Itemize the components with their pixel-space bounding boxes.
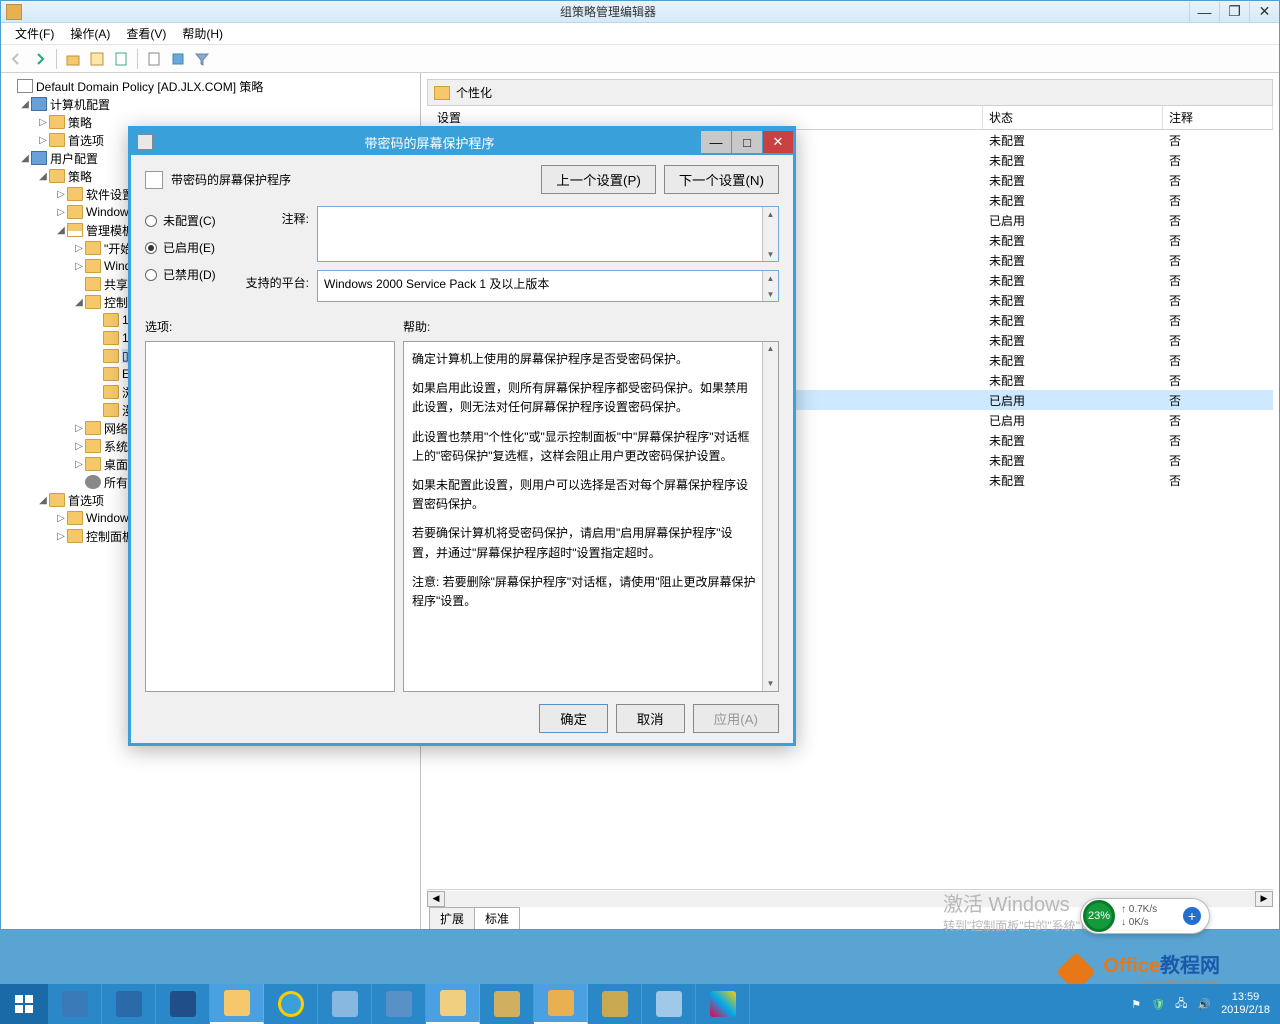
category-header: 个性化 bbox=[427, 79, 1273, 106]
office-logo: Office教程网 bbox=[1103, 949, 1220, 978]
window-buttons: — ❐ ✕ bbox=[1189, 2, 1279, 22]
menu-file[interactable]: 文件(F) bbox=[9, 23, 60, 44]
policy-dialog: 带密码的屏幕保护程序 — □ ✕ 带密码的屏幕保护程序 上一个设置(P) 下一个… bbox=[128, 126, 796, 746]
taskbar: ⚑ 🛡 🖧 🔊 13:59 2019/2/18 bbox=[0, 984, 1280, 1024]
separator bbox=[137, 49, 138, 69]
dialog-minimize-button[interactable]: — bbox=[701, 131, 731, 153]
dialog-icon bbox=[137, 134, 153, 150]
task-app1[interactable] bbox=[318, 984, 372, 1024]
minimize-button[interactable]: — bbox=[1189, 2, 1219, 22]
task-app4[interactable] bbox=[588, 984, 642, 1024]
help-text: 如果未配置此设置，则用户可以选择是否对每个屏幕保护程序设置密码保护。 bbox=[412, 476, 756, 514]
scroll-right-button[interactable]: ▶ bbox=[1255, 891, 1273, 907]
close-button[interactable]: ✕ bbox=[1249, 2, 1279, 22]
help-button[interactable] bbox=[167, 48, 189, 70]
dialog-maximize-button[interactable]: □ bbox=[732, 131, 762, 153]
col-comment[interactable]: 注释 bbox=[1163, 106, 1273, 129]
prev-setting-button[interactable]: 上一个设置(P) bbox=[541, 165, 655, 194]
menubar: 文件(F) 操作(A) 查看(V) 帮助(H) bbox=[1, 23, 1279, 45]
up-button[interactable] bbox=[62, 48, 84, 70]
dialog-body: 带密码的屏幕保护程序 上一个设置(P) 下一个设置(N) 未配置(C) 已启用(… bbox=[131, 155, 793, 743]
task-server-manager[interactable] bbox=[48, 984, 102, 1024]
tab-standard[interactable]: 标准 bbox=[474, 907, 520, 929]
tray-shield-icon[interactable]: 🛡 bbox=[1151, 998, 1165, 1011]
help-text: 注意: 若要删除"屏幕保护程序"对话框，请使用"阻止更改屏幕保护程序"设置。 bbox=[412, 573, 756, 611]
task-file-explorer[interactable] bbox=[210, 984, 264, 1024]
supported-field: Windows 2000 Service Pack 1 及以上版本 ▲▼ bbox=[317, 270, 779, 302]
help-label: 帮助: bbox=[403, 318, 779, 335]
net-stats: ↑ 0.7K/s ↓ 0K/s bbox=[1115, 903, 1183, 929]
help-text: 若要确保计算机将受密码保护，请启用"启用屏幕保护程序"设置，并通过"屏幕保护程序… bbox=[412, 524, 756, 562]
window-title: 组策略管理编辑器 bbox=[27, 3, 1189, 20]
net-plus-button[interactable]: + bbox=[1183, 907, 1201, 925]
task-app2[interactable] bbox=[372, 984, 426, 1024]
tray-flag-icon[interactable]: ⚑ bbox=[1131, 998, 1141, 1011]
supported-label: 支持的平台: bbox=[243, 270, 309, 291]
help-box[interactable]: 确定计算机上使用的屏幕保护程序是否受密码保护。 如果启用此设置，则所有屏幕保护程… bbox=[403, 341, 779, 692]
task-app3[interactable] bbox=[480, 984, 534, 1024]
supported-value: Windows 2000 Service Pack 1 及以上版本 bbox=[324, 277, 549, 291]
system-tray[interactable]: ⚑ 🛡 🖧 🔊 13:59 2019/2/18 bbox=[1121, 984, 1280, 1024]
separator bbox=[56, 49, 57, 69]
state-radios: 未配置(C) 已启用(E) 已禁用(D) bbox=[145, 206, 235, 302]
category-title: 个性化 bbox=[456, 84, 492, 101]
tab-extended[interactable]: 扩展 bbox=[429, 907, 475, 929]
radio-not-configured[interactable]: 未配置(C) bbox=[145, 212, 235, 229]
dialog-header-row: 带密码的屏幕保护程序 上一个设置(P) 下一个设置(N) bbox=[145, 165, 779, 194]
help-text: 确定计算机上使用的屏幕保护程序是否受密码保护。 bbox=[412, 350, 756, 369]
titlebar: 组策略管理编辑器 — ❐ ✕ bbox=[1, 1, 1279, 23]
dialog-close-button[interactable]: ✕ bbox=[763, 131, 793, 153]
scroll-left-button[interactable]: ◀ bbox=[427, 891, 445, 907]
cancel-button[interactable]: 取消 bbox=[616, 704, 685, 733]
tray-network-icon[interactable]: 🖧 bbox=[1175, 995, 1187, 1014]
next-setting-button[interactable]: 下一个设置(N) bbox=[664, 165, 779, 194]
forward-button[interactable] bbox=[29, 48, 51, 70]
export-button[interactable] bbox=[110, 48, 132, 70]
setting-icon bbox=[145, 171, 163, 189]
maximize-button[interactable]: ❐ bbox=[1219, 2, 1249, 22]
task-explorer[interactable] bbox=[102, 984, 156, 1024]
dialog-title: 带密码的屏幕保护程序 bbox=[159, 133, 700, 152]
radio-disabled[interactable]: 已禁用(D) bbox=[145, 266, 235, 283]
tray-sound-icon[interactable]: 🔊 bbox=[1197, 998, 1211, 1011]
app-icon bbox=[6, 4, 22, 20]
options-label: 选项: bbox=[145, 318, 395, 335]
dialog-titlebar[interactable]: 带密码的屏幕保护程序 — □ ✕ bbox=[131, 129, 793, 155]
net-percent: 23% bbox=[1083, 900, 1115, 932]
task-gpedit[interactable] bbox=[534, 984, 588, 1024]
help-text: 此设置也禁用"个性化"或"显示控制面板"中"屏幕保护程序"对话框上的"密码保护"… bbox=[412, 428, 756, 466]
setting-name: 带密码的屏幕保护程序 bbox=[171, 171, 541, 188]
filter-button[interactable] bbox=[191, 48, 213, 70]
options-box[interactable] bbox=[145, 341, 395, 692]
task-app5[interactable] bbox=[642, 984, 696, 1024]
menu-view[interactable]: 查看(V) bbox=[120, 23, 172, 44]
menu-help[interactable]: 帮助(H) bbox=[176, 23, 229, 44]
menu-action[interactable]: 操作(A) bbox=[64, 23, 116, 44]
show-hide-button[interactable] bbox=[86, 48, 108, 70]
toolbar bbox=[1, 45, 1279, 73]
start-button[interactable] bbox=[0, 984, 48, 1024]
col-status[interactable]: 状态 bbox=[983, 106, 1163, 129]
task-gpmc[interactable] bbox=[426, 984, 480, 1024]
comment-label: 注释: bbox=[243, 206, 309, 227]
help-text: 如果启用此设置，则所有屏幕保护程序都受密码保护。如果禁用此设置，则无法对任何屏幕… bbox=[412, 379, 756, 417]
tree-root[interactable]: Default Domain Policy [AD.JLX.COM] 策略 bbox=[5, 77, 420, 95]
task-powershell[interactable] bbox=[156, 984, 210, 1024]
comment-field[interactable]: ▲▼ bbox=[317, 206, 779, 262]
back-button bbox=[5, 48, 27, 70]
apply-button: 应用(A) bbox=[693, 704, 779, 733]
folder-icon bbox=[434, 86, 450, 100]
tree-computer-config[interactable]: ◢计算机配置 bbox=[5, 95, 420, 113]
task-ie[interactable] bbox=[264, 984, 318, 1024]
properties-button[interactable] bbox=[143, 48, 165, 70]
task-paint[interactable] bbox=[696, 984, 750, 1024]
network-widget[interactable]: 23% ↑ 0.7K/s ↓ 0K/s + bbox=[1080, 898, 1210, 934]
ok-button[interactable]: 确定 bbox=[539, 704, 608, 733]
radio-enabled[interactable]: 已启用(E) bbox=[145, 239, 235, 256]
taskbar-clock[interactable]: 13:59 2019/2/18 bbox=[1221, 991, 1270, 1017]
